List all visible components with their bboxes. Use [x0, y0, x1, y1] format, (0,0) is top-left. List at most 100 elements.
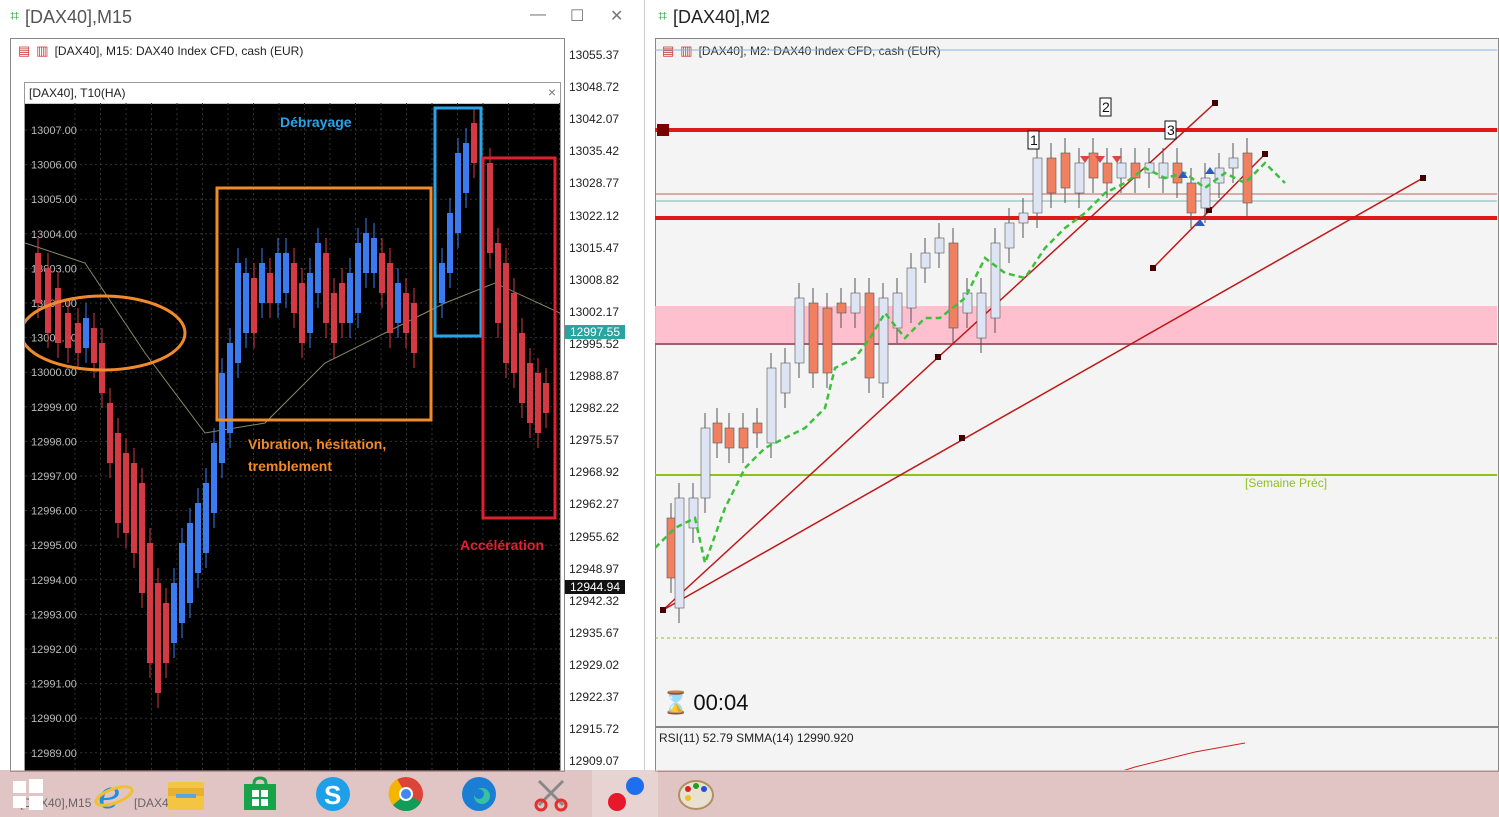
candle-body: [511, 293, 517, 373]
candle-body: [700, 427, 711, 499]
right-window-title: [DAX40],M2: [673, 6, 771, 27]
taskbar: [DAX40],M15 [DAX40],M2 e S: [0, 770, 1499, 817]
price-axis-label: 12948.97: [569, 561, 620, 576]
candle-body: [487, 163, 493, 253]
candle-body: [666, 517, 677, 579]
price-axis-label: 13028.77: [569, 176, 620, 191]
candle-body: [1228, 157, 1239, 169]
right-window: ⌗ [DAX40],M2 ▤ ▥ [DAX40], M2: DAX40 Inde…: [648, 0, 1499, 772]
trendline-handle: [1212, 100, 1218, 106]
trendline: [662, 177, 1424, 611]
y-axis-label: 12993.00: [31, 609, 77, 621]
edge-icon[interactable]: [451, 770, 507, 817]
paint-icon[interactable]: [668, 770, 724, 817]
chart-type-icon: ▤: [18, 43, 31, 58]
candle-body: [1032, 157, 1043, 214]
candle-body: [65, 313, 71, 348]
candle-body: [339, 283, 345, 323]
price-axis-label: 13048.72: [569, 80, 620, 95]
metatrader-icon[interactable]: [592, 770, 658, 817]
candle-body: [307, 273, 313, 333]
candle-body: [1046, 157, 1057, 194]
candle-body: [45, 268, 51, 333]
candle-body: [83, 318, 89, 348]
candle-body: [299, 283, 305, 343]
store-icon[interactable]: [232, 770, 288, 817]
candle-body: [808, 302, 819, 374]
subchart-canvas: 13007.0013006.0013005.0013004.0013003.00…: [25, 103, 560, 771]
candle-body: [371, 238, 377, 273]
minimize-icon[interactable]: —: [530, 6, 546, 24]
candle-body: [766, 367, 777, 444]
wave-marker-label: 1: [1030, 132, 1038, 148]
candle-body: [55, 288, 61, 343]
trendline-handle: [935, 354, 941, 360]
left-window-titlebar[interactable]: ⌗ [DAX40],M15: [0, 0, 645, 34]
candle-body: [315, 243, 321, 293]
timer-display: ⌛ 00:04: [662, 690, 749, 715]
candle-body: [243, 273, 249, 333]
file-explorer-icon[interactable]: [158, 770, 214, 817]
candle-body: [447, 213, 453, 273]
candle-body: [395, 283, 401, 323]
candle-body: [780, 362, 791, 394]
signal-arrow: [1195, 219, 1205, 226]
candle-body: [1074, 162, 1085, 194]
semaine-label: [Semaine Préc]: [1245, 476, 1327, 490]
chrome-icon[interactable]: [378, 770, 434, 817]
candle-body: [35, 253, 41, 303]
subchart-window[interactable]: [DAX40], T10(HA) × 13007.00 13006.00 13005…: [24, 82, 561, 772]
candle-body: [850, 292, 861, 314]
candle-body: [1102, 162, 1113, 184]
price-axis-label: 12929.02: [569, 657, 620, 672]
subchart-titlebar[interactable]: [DAX40], T10(HA) ×: [25, 83, 560, 104]
candle-body: [1186, 182, 1197, 214]
candle-body: [99, 343, 105, 393]
price-axis-label: 12962.27: [569, 497, 620, 512]
candle-body: [535, 373, 541, 433]
close-icon[interactable]: ✕: [610, 6, 623, 26]
right-chart-canvas: [Semaine Préc] 1 2 3: [655, 49, 1497, 639]
price-axis-label: 12968.92: [569, 465, 620, 480]
subchart-title: [DAX40], T10(HA): [29, 86, 126, 100]
y-axis-label: 13007.00: [31, 125, 77, 137]
acceleration-label: Accélération: [460, 537, 544, 553]
candle-body: [363, 233, 369, 273]
candle-body: [1004, 222, 1015, 249]
candle-body: [187, 523, 193, 603]
price-axis-label: 13008.82: [569, 272, 620, 287]
candle-body: [171, 583, 177, 643]
trendline-handle: [1150, 265, 1156, 271]
price-axis-label: 12988.87: [569, 369, 620, 383]
price-axis-label: 13035.42: [569, 144, 620, 159]
right-window-titlebar[interactable]: ⌗ [DAX40],M2: [648, 0, 1499, 34]
y-axis-label: 13006.00: [31, 160, 77, 172]
subchart-close-icon[interactable]: ×: [548, 84, 556, 100]
candle-body: [259, 263, 265, 303]
candle-body: [275, 253, 281, 303]
trendline-handle: [959, 435, 965, 441]
candle-body: [1200, 177, 1211, 209]
maximize-icon[interactable]: ☐: [570, 6, 584, 26]
candle-body: [107, 403, 113, 463]
candle-body: [455, 153, 461, 233]
candle-body: [543, 383, 549, 413]
y-axis-label: 12992.00: [31, 644, 77, 656]
svg-text:S: S: [324, 780, 341, 810]
price-axis-label: 13002.17: [569, 304, 620, 319]
snipping-tool-icon[interactable]: [524, 770, 580, 817]
candle-body: [712, 422, 723, 444]
skype-icon[interactable]: S: [305, 770, 361, 817]
line-handle: [657, 124, 669, 136]
candle-body: [251, 278, 257, 333]
candle-body: [147, 543, 153, 663]
candle-body: [519, 333, 525, 403]
hourglass-icon: ⌛: [662, 690, 690, 715]
candle-body: [495, 243, 501, 323]
start-icon[interactable]: [0, 770, 56, 817]
candle-body: [379, 253, 385, 293]
candle-body: [163, 603, 169, 663]
candle-body: [976, 292, 987, 339]
candle-body: [1018, 212, 1029, 224]
internet-explorer-icon[interactable]: e: [86, 770, 142, 817]
